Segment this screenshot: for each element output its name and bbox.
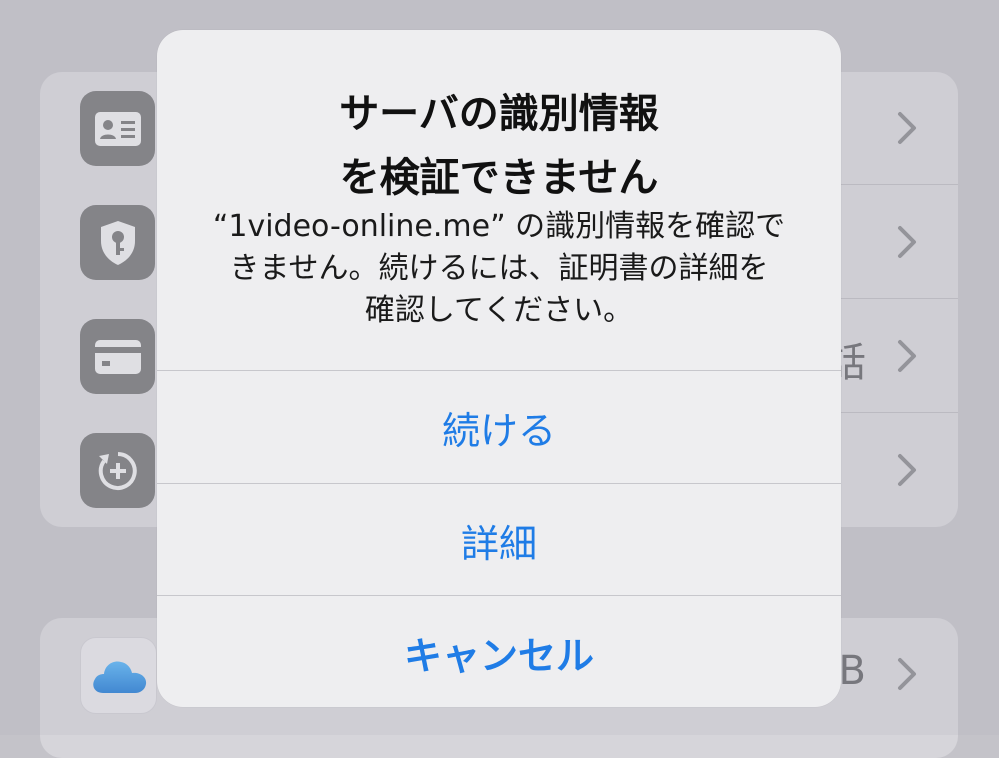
continue-button[interactable]: 続ける <box>157 371 841 483</box>
alert-message: “1video-online.me” の識別情報を確認で きません。続けるには、… <box>212 209 786 328</box>
details-button[interactable]: 詳細 <box>157 484 841 596</box>
alert-title: サーバの識別情報 を検証できません <box>339 91 659 201</box>
cancel-button[interactable]: キャンセル <box>157 596 841 707</box>
alert-dialog: サーバの識別情報 を検証できません “1video-online.me” の識別… <box>157 30 841 707</box>
